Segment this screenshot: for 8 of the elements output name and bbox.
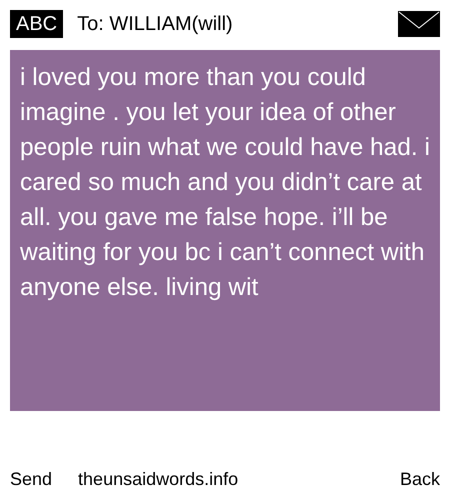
- send-button[interactable]: Send: [10, 466, 52, 492]
- envelope-icon[interactable]: [398, 11, 440, 37]
- back-button[interactable]: Back: [400, 466, 440, 492]
- message-field[interactable]: [10, 50, 440, 411]
- keyboard-mode-label[interactable]: ABC: [10, 10, 64, 38]
- site-label: theunsaidwords.info: [78, 468, 238, 490]
- recipient-label: To: WILLIAM(will): [77, 12, 233, 37]
- message-text: i loved you more than you could imagine . you let your idea of other people ruin what we could have had. i cared so much and you didn’t care at all. you gave me false hope. i’ll be waiting for you bc i can’t connect with anyone else. living wit: [20, 63, 431, 303]
